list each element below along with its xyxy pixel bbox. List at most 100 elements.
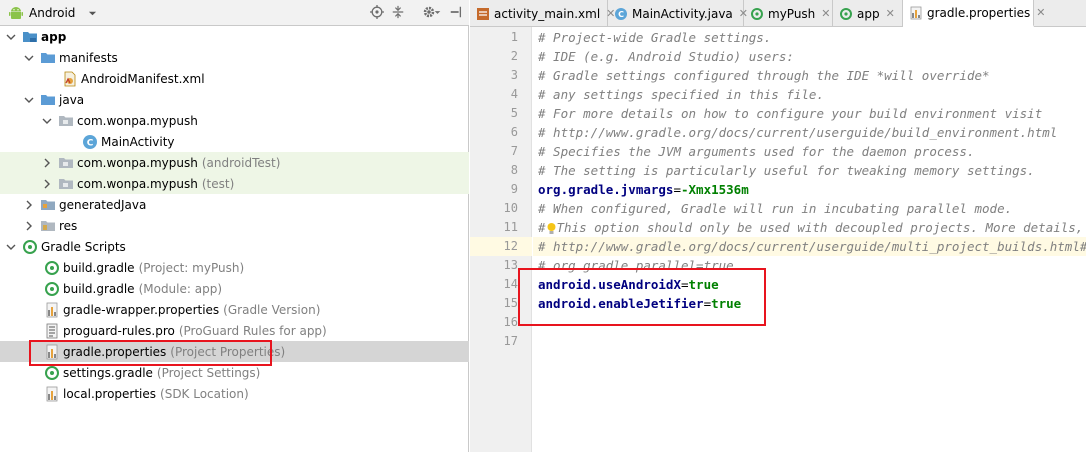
property-value: -Xmx1536m [681, 182, 749, 197]
tree-item-package-test[interactable]: com.wonpa.mypush (test) [0, 173, 469, 194]
line-number: 3 [510, 68, 518, 82]
tree-hint: (test) [201, 176, 235, 191]
tree-item-settings-gradle[interactable]: settings.gradle (Project Settings) [0, 362, 469, 383]
gradle-icon [750, 7, 764, 21]
line-number: 2 [510, 49, 518, 63]
code-line-10: # When configured, Gradle will run in in… [538, 201, 1013, 216]
tree-label: local.properties [63, 386, 157, 401]
tree-item-build-gradle-project[interactable]: build.gradle (Project: myPush) [0, 257, 469, 278]
tab-label: myPush [768, 6, 816, 21]
tree-item-local-properties[interactable]: local.properties (SDK Location) [0, 383, 469, 404]
code-area[interactable]: # Project-wide Gradle settings. # IDE (e… [533, 27, 1086, 452]
tree-item-android-manifest[interactable]: AndroidManifest.xml [0, 68, 469, 89]
java-class-icon: C [614, 7, 628, 21]
close-icon[interactable]: ✕ [821, 7, 830, 20]
editor-tab-bar: activity_main.xml ✕ C MainActivity.java … [470, 0, 1086, 27]
gradle-file-icon [44, 281, 60, 297]
tab-gradle-properties[interactable]: gradle.properties ✕ [903, 0, 1046, 27]
tree-item-package-android-test[interactable]: com.wonpa.mypush (androidTest) [0, 152, 469, 173]
tree-item-proguard[interactable]: proguard-rules.pro (ProGuard Rules for a… [0, 320, 469, 341]
line-number: 8 [510, 163, 518, 177]
generated-folder-icon [40, 197, 56, 213]
code-line-13: # org.gradle.parallel=true [538, 258, 734, 273]
tree-label: settings.gradle [63, 365, 153, 380]
project-view-selector[interactable]: Android [8, 4, 97, 22]
tab-label: MainActivity.java [632, 6, 733, 21]
tree-item-manifests[interactable]: manifests [0, 47, 469, 68]
project-toolbar: Android [0, 0, 469, 26]
properties-file-icon [44, 302, 60, 318]
line-number: 7 [510, 144, 518, 158]
tree-item-java[interactable]: java [0, 89, 469, 110]
tree-item-package-main[interactable]: com.wonpa.mypush [0, 110, 469, 131]
line-number: 10 [503, 201, 518, 215]
line-number: 13 [503, 258, 518, 272]
tree-label: proguard-rules.pro [63, 323, 175, 338]
code-line-6: # http://www.gradle.org/docs/current/use… [538, 125, 1058, 140]
hide-icon[interactable] [448, 5, 464, 21]
property-separator: = [703, 296, 712, 311]
settings-dropdown-arrow-icon[interactable] [433, 5, 441, 21]
tree-label: com.wonpa.mypush [77, 113, 198, 128]
properties-file-icon [909, 6, 923, 20]
lightbulb-icon[interactable] [546, 222, 557, 236]
chevron-down-icon[interactable] [22, 93, 36, 107]
line-number: 11 [503, 220, 518, 234]
svg-text:C: C [87, 138, 94, 148]
tab-label: gradle.properties [927, 5, 1031, 20]
code-line-7: # Specifies the JVM arguments used for t… [538, 144, 975, 159]
tree-hint: (Project: myPush) [138, 260, 245, 275]
tab-mypush[interactable]: myPush ✕ [744, 0, 833, 27]
tree-label: com.wonpa.mypush [77, 155, 198, 170]
package-icon [58, 155, 74, 171]
tree-item-app[interactable]: app [0, 26, 469, 47]
chevron-right-icon[interactable] [40, 156, 54, 170]
tree-item-gradle-properties[interactable]: gradle.properties (Project Properties) [0, 341, 469, 362]
chevron-right-icon[interactable] [22, 198, 36, 212]
code-line-2: # IDE (e.g. Android Studio) users: [538, 49, 794, 64]
tree-hint: (androidTest) [201, 155, 281, 170]
tab-main-activity-java[interactable]: C MainActivity.java ✕ [608, 0, 748, 27]
code-line-1: # Project-wide Gradle settings. [538, 30, 772, 45]
project-tree: app manifests AndroidManifest.xml java c… [0, 26, 469, 452]
line-number: 16 [503, 315, 518, 329]
close-icon[interactable]: ✕ [1036, 6, 1045, 19]
tree-hint: (Project Settings) [156, 365, 261, 380]
tab-label: activity_main.xml [494, 6, 601, 21]
tree-item-gradle-wrapper[interactable]: gradle-wrapper.properties (Gradle Versio… [0, 299, 469, 320]
close-icon[interactable]: ✕ [886, 7, 895, 20]
properties-file-icon [44, 344, 60, 360]
gradle-file-icon [44, 260, 60, 276]
gradle-icon [22, 239, 38, 255]
tree-item-generated-java[interactable]: generatedJava [0, 194, 469, 215]
line-number-gutter: 1 2 3 4 5 6 7 8 9 10 11 12 13 14 15 16 17 [470, 27, 532, 452]
tree-item-res[interactable]: res [0, 215, 469, 236]
property-separator: = [673, 182, 681, 197]
gradle-icon [839, 7, 853, 21]
chevron-down-icon[interactable] [40, 114, 54, 128]
tree-item-build-gradle-module[interactable]: build.gradle (Module: app) [0, 278, 469, 299]
tree-label: Gradle Scripts [41, 239, 126, 254]
tree-label: manifests [59, 50, 118, 65]
chevron-down-icon[interactable] [4, 240, 18, 254]
chevron-right-icon[interactable] [40, 177, 54, 191]
tree-item-main-activity[interactable]: C MainActivity [0, 131, 469, 152]
code-line-3: # Gradle settings configured through the… [538, 68, 990, 83]
tree-item-gradle-scripts[interactable]: Gradle Scripts [0, 236, 469, 257]
line-number: 6 [510, 125, 518, 139]
code-line-14: android.useAndroidX=true [538, 275, 719, 294]
collapse-all-icon[interactable] [390, 5, 406, 21]
locate-icon[interactable] [369, 5, 385, 21]
comment-text: This option should only be used with dec… [556, 220, 1086, 235]
java-class-icon: C [82, 134, 98, 150]
chevron-down-icon[interactable] [22, 51, 36, 65]
tree-label: gradle-wrapper.properties [63, 302, 220, 317]
text-file-icon [44, 323, 60, 339]
tree-hint: (Module: app) [138, 281, 223, 296]
chevron-right-icon[interactable] [22, 219, 36, 233]
tree-label: generatedJava [59, 197, 147, 212]
folder-icon [40, 50, 56, 66]
chevron-down-icon[interactable] [4, 30, 18, 44]
tab-activity-main-xml[interactable]: activity_main.xml ✕ [470, 0, 615, 27]
tab-app[interactable]: app ✕ [833, 0, 903, 27]
